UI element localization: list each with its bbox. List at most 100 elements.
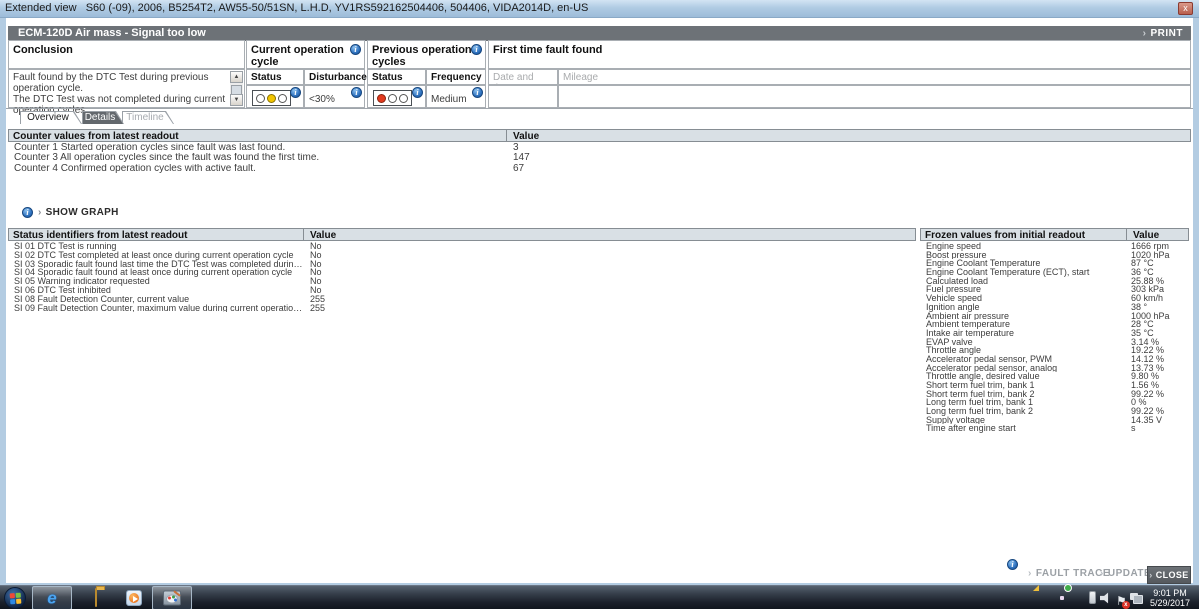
frequency-label: Frequency [427, 70, 485, 85]
row-label: Time after engine start [926, 424, 1126, 433]
row-label: Throttle angle, desired value [926, 372, 1126, 381]
close-button[interactable]: CLOSE [1147, 566, 1191, 584]
info-icon[interactable]: i [412, 87, 423, 98]
status-light-red [377, 94, 386, 103]
update-label: UPDATE [1108, 568, 1151, 579]
previous-cycles-title: Previous operation cycles [368, 41, 485, 71]
info-icon[interactable]: i [22, 207, 33, 218]
conclusion-title: Conclusion [9, 41, 244, 59]
row-label: Calculated load [926, 277, 1126, 286]
counter-table-title: Counter values from latest readout [13, 131, 179, 142]
tab-overview-label: Overview [20, 111, 82, 124]
mileage-value-cell [558, 85, 1191, 108]
conclusion-header-cell: Conclusion [8, 40, 245, 69]
vida-app-icon [163, 591, 181, 606]
table-row: SI 02 DTC Test completed at least once d… [8, 251, 916, 260]
status-table-header: Status identifiers from latest readout V… [8, 228, 916, 241]
frozen-table-title: Frozen values from initial readout [925, 230, 1085, 241]
row-label: Short term fuel trim, bank 1 [926, 381, 1126, 390]
tab-overview[interactable]: Overview [20, 111, 82, 124]
previous-status-traffic-light [373, 90, 412, 106]
window-titlebar[interactable]: Extended view S60 (-09), 2006, B5254T2, … [0, 0, 1199, 18]
print-button[interactable]: PRINT [1143, 26, 1183, 41]
table-row: SI 09 Fault Detection Counter, maximum v… [8, 304, 916, 313]
disturbance-value-cell: <30% i [304, 85, 365, 108]
media-player-taskbar-button[interactable] [114, 586, 154, 609]
status-light-off [399, 94, 408, 103]
frozen-table-rows: Engine speed 1666 rpm Boost pressure 102… [920, 242, 1189, 433]
window-close-icon[interactable]: x [1178, 2, 1193, 15]
fault-trace-label: FAULT TRACE [1036, 568, 1110, 579]
row-label: SI 08 Fault Detection Counter, current v… [14, 295, 304, 304]
tab-timeline[interactable]: Timeline [122, 111, 174, 124]
table-row: Counter 4 Confirmed operation cycles wit… [8, 164, 1191, 174]
scroll-up-icon[interactable]: ▲ [230, 71, 243, 83]
window-title: Extended view S60 (-09), 2006, B5254T2, … [5, 2, 588, 14]
scroll-down-icon[interactable]: ▼ [230, 94, 243, 106]
frequency-value: Medium [431, 94, 467, 105]
update-button[interactable]: UPDATE [1100, 568, 1151, 579]
row-label: Long term fuel trim, bank 1 [926, 398, 1126, 407]
status-light-off [256, 94, 265, 103]
info-icon[interactable]: i [290, 87, 301, 98]
tab-details-label: Details [82, 111, 124, 124]
dtc-title: ECM-120D Air mass - Signal too low [18, 26, 206, 41]
row-label: Counter 4 Confirmed operation cycles wit… [14, 164, 501, 174]
internet-explorer-taskbar-button[interactable]: e [32, 586, 72, 609]
chevron-icon [1143, 28, 1151, 39]
previous-cycles-header-cell: Previous operation cycles i [367, 40, 486, 69]
info-icon[interactable]: i [471, 44, 482, 55]
row-value: 147 [513, 153, 530, 163]
tray-device-icon[interactable] [1089, 591, 1096, 604]
chevron-icon [38, 207, 46, 218]
folder-icon [95, 588, 97, 607]
table-row: SI 04 Sporadic fault found at least once… [8, 268, 916, 277]
current-cycle-header-cell: Current operation cycle i [246, 40, 365, 69]
tab-timeline-label: Timeline [122, 111, 174, 124]
disturbance-header-cell: Disturbance [304, 69, 365, 85]
info-icon[interactable]: i [350, 44, 361, 55]
row-value: s [1131, 424, 1136, 433]
frozen-table-header: Frozen values from initial readout Value [920, 228, 1189, 241]
vida-taskbar-button[interactable] [152, 586, 192, 609]
row-value: 67 [513, 164, 524, 174]
row-label: Ambient temperature [926, 320, 1126, 329]
previous-status-value-cell: i [367, 85, 426, 108]
windows-logo-icon [10, 593, 22, 605]
row-label: Counter 3 All operation cycles since the… [14, 153, 501, 163]
info-icon[interactable]: i [351, 87, 362, 98]
tray-volume-icon[interactable] [1100, 592, 1113, 604]
print-label: PRINT [1151, 28, 1184, 39]
conclusion-scrollbar[interactable]: ▲ ▼ [230, 71, 243, 106]
frozen-value-header: Value [1126, 229, 1159, 240]
previous-status-label: Status [368, 70, 425, 85]
row-label: Throttle angle [926, 346, 1126, 355]
table-row: SI 03 Sporadic fault found last time the… [8, 260, 916, 269]
date-value-cell [488, 85, 558, 108]
status-value-header: Value [303, 229, 336, 240]
date-header-cell: Date and time [488, 69, 558, 85]
taskbar-clock[interactable]: 9:01 PM 5/29/2017 [1144, 588, 1196, 608]
row-label: Accelerator pedal sensor, PWM [926, 355, 1126, 364]
status-light-yellow [267, 94, 276, 103]
fault-trace-button[interactable]: FAULT TRACE [1028, 568, 1110, 579]
row-label: SI 05 Warning indicator requested [14, 277, 304, 286]
current-status-header-cell: Status [246, 69, 304, 85]
row-label: Intake air temperature [926, 329, 1126, 338]
info-icon[interactable]: i [1007, 559, 1018, 570]
table-row: Counter 1 Started operation cycles since… [8, 143, 1191, 153]
row-label: Accelerator pedal sensor, analog [926, 364, 1126, 373]
frequency-value-cell: Medium i [426, 85, 486, 108]
first-time-title: First time fault found [489, 41, 1190, 59]
start-button[interactable] [4, 587, 26, 609]
disturbance-label: Disturbance [305, 70, 364, 85]
info-icon[interactable]: i [472, 87, 483, 98]
row-value: 255 [310, 304, 325, 313]
internet-explorer-icon: e [47, 590, 56, 607]
tray-network-icon[interactable] [1130, 593, 1143, 604]
file-explorer-taskbar-button[interactable] [76, 586, 116, 609]
show-graph-button[interactable]: SHOW GRAPH [38, 207, 119, 218]
tray-action-center-icon[interactable]: ⚑x [1116, 594, 1127, 608]
tab-details[interactable]: Details [82, 111, 124, 124]
row-label: Long term fuel trim, bank 2 [926, 407, 1126, 416]
